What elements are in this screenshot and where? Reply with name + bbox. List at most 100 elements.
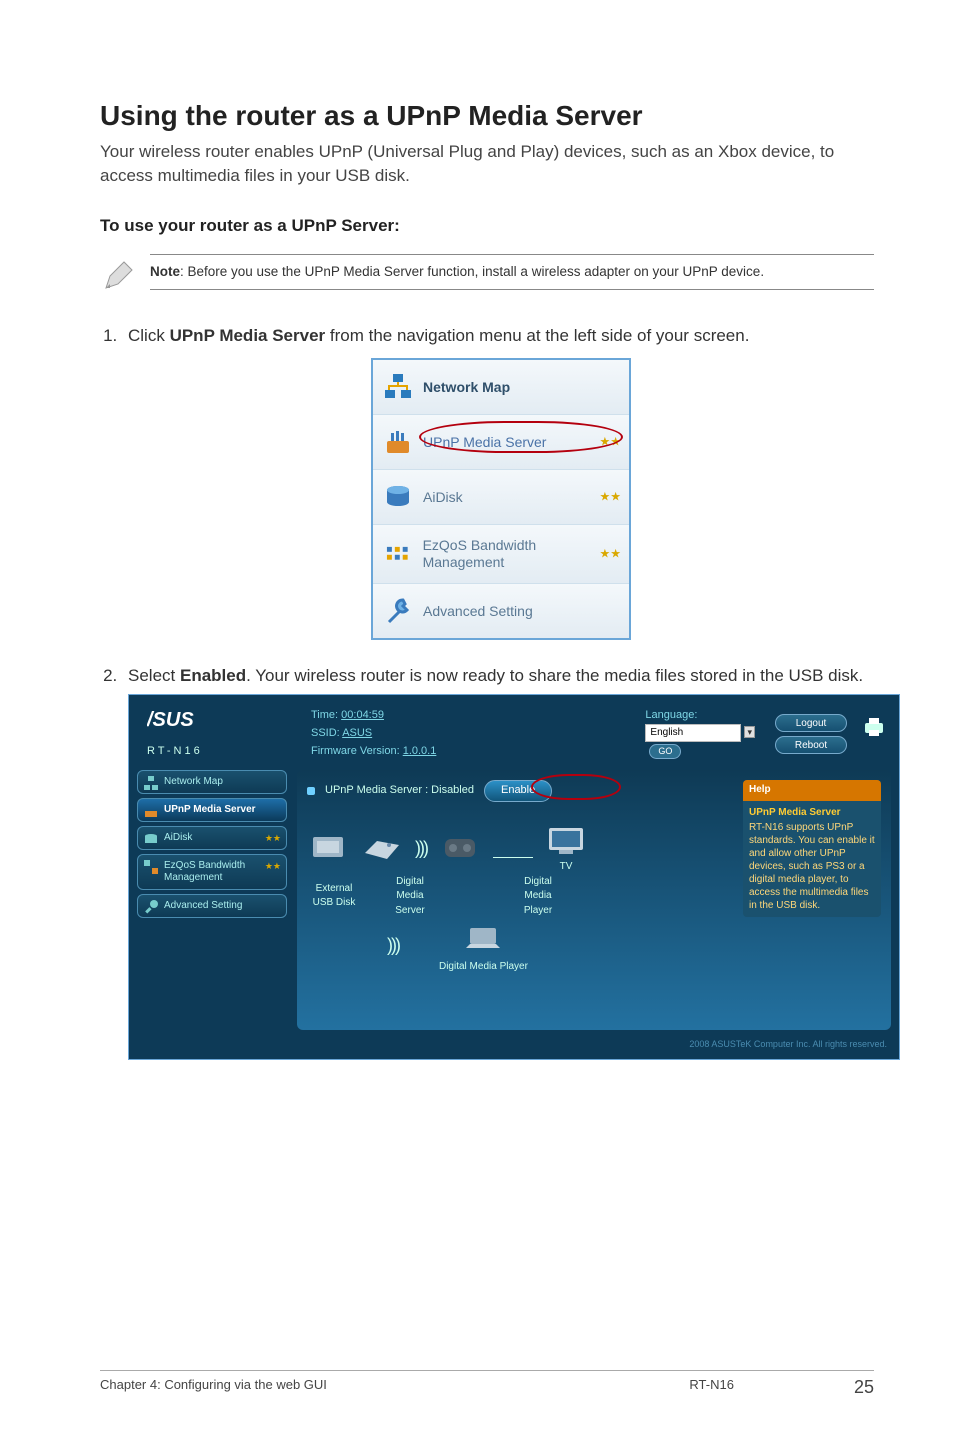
enable-button[interactable]: Enable bbox=[484, 780, 552, 802]
sidebar-item-ezqos[interactable]: EzQoS Bandwidth Management ★★ bbox=[137, 854, 287, 890]
section-intro: Your wireless router enables UPnP (Unive… bbox=[100, 140, 874, 188]
upnp-icon bbox=[383, 427, 413, 457]
sidebar-item-advanced[interactable]: Advanced Setting bbox=[137, 894, 287, 918]
nav-label: Network Map bbox=[423, 377, 510, 397]
wrench-icon bbox=[383, 596, 413, 626]
console-icon bbox=[439, 829, 481, 865]
footer-model: RT-N16 bbox=[689, 1377, 734, 1398]
full-ui-screenshot: /SUS RT-N16 Time: 00:04:59 SSID: ASUS Fi… bbox=[128, 694, 900, 1060]
ssid-label: SSID: bbox=[311, 727, 340, 739]
nav-label: Advanced Setting bbox=[423, 601, 533, 621]
nav-menu-screenshot: Network Map UPnP Media Server ★★ AiDisk … bbox=[371, 358, 631, 640]
device-media-player bbox=[439, 829, 481, 867]
device-usb-disk bbox=[307, 829, 349, 867]
device-tv: TV bbox=[545, 822, 587, 875]
bullet-icon bbox=[307, 787, 315, 795]
language-block: Language: English ▾ GO bbox=[645, 708, 755, 760]
asus-logo: /SUS RT-N16 bbox=[141, 708, 291, 760]
laptop-icon bbox=[462, 922, 504, 958]
step-2: Select Enabled. Your wireless router is … bbox=[122, 664, 874, 1060]
ui-main-panel: UPnP Media Server : Disabled Enable ))) bbox=[297, 770, 891, 1030]
svg-text:/SUS: /SUS bbox=[147, 709, 194, 731]
nav-label: EzQoS Bandwidth Management bbox=[423, 537, 619, 571]
nav-item-upnp[interactable]: UPnP Media Server ★★ bbox=[373, 415, 629, 470]
help-header: Help bbox=[743, 780, 881, 801]
nav-label: AiDisk bbox=[423, 487, 463, 507]
reboot-button[interactable]: Reboot bbox=[775, 736, 847, 754]
time-value[interactable]: 00:04:59 bbox=[341, 709, 384, 721]
page-footer: Chapter 4: Configuring via the web GUI R… bbox=[100, 1370, 874, 1398]
ui-copyright: 2008 ASUSTeK Computer Inc. All rights re… bbox=[137, 1030, 891, 1051]
sidebar-item-label: EzQoS Bandwidth Management bbox=[164, 860, 245, 883]
pencil-icon bbox=[100, 258, 136, 294]
star-icon: ★★ bbox=[599, 545, 621, 562]
header-actions: Logout Reboot bbox=[775, 710, 887, 758]
ssid-value[interactable]: ASUS bbox=[342, 727, 372, 739]
star-icon: ★★ bbox=[599, 434, 621, 451]
star-icon: ★★ bbox=[599, 489, 621, 506]
language-select[interactable]: English bbox=[645, 724, 741, 742]
star-icon: ★★ bbox=[265, 861, 281, 872]
printer-icon[interactable] bbox=[861, 714, 887, 740]
step1-bold: UPnP Media Server bbox=[170, 326, 326, 345]
help-heading: UPnP Media Server bbox=[749, 806, 875, 819]
step2-pre: Select bbox=[128, 666, 180, 685]
time-label: Time: bbox=[311, 709, 338, 721]
usb-disk-icon bbox=[307, 829, 349, 865]
step1-suf: from the navigation menu at the left sid… bbox=[325, 326, 749, 345]
router-icon bbox=[361, 829, 403, 865]
aidisk-icon bbox=[383, 482, 413, 512]
note-prefix: Note bbox=[150, 264, 180, 279]
footer-page-number: 25 bbox=[854, 1377, 874, 1398]
procedure-heading: To use your router as a UPnP Server: bbox=[100, 216, 874, 236]
step-1: Click UPnP Media Server from the navigat… bbox=[122, 324, 874, 640]
go-button[interactable]: GO bbox=[649, 744, 681, 759]
upnp-status-label: UPnP Media Server : Disabled bbox=[325, 783, 474, 799]
connector-line bbox=[493, 857, 533, 858]
model-label: RT-N16 bbox=[147, 744, 291, 760]
header-info: Time: 00:04:59 SSID: ASUS Firmware Versi… bbox=[311, 707, 625, 760]
step2-suf: . Your wireless router is now ready to s… bbox=[246, 666, 863, 685]
network-map-icon bbox=[143, 775, 159, 791]
wrench-icon bbox=[143, 899, 159, 915]
ui-header: /SUS RT-N16 Time: 00:04:59 SSID: ASUS Fi… bbox=[137, 703, 891, 770]
sidebar-item-network-map[interactable]: Network Map bbox=[137, 770, 287, 794]
ezqos-icon bbox=[383, 539, 413, 569]
language-label: Language: bbox=[645, 709, 697, 721]
network-map-icon bbox=[383, 372, 413, 402]
help-body-text: RT-N16 supports UPnP standards. You can … bbox=[749, 822, 875, 911]
nav-label: UPnP Media Server bbox=[423, 432, 546, 452]
sidebar-item-label: UPnP Media Server bbox=[164, 804, 256, 815]
star-icon: ★★ bbox=[265, 833, 281, 844]
footer-chapter: Chapter 4: Configuring via the web GUI bbox=[100, 1377, 689, 1398]
nav-item-network-map[interactable]: Network Map bbox=[373, 360, 629, 415]
device-label-dms: Digital Media Server bbox=[383, 875, 437, 919]
sidebar-item-label: Network Map bbox=[164, 776, 223, 787]
fw-label: Firmware Version: bbox=[311, 745, 400, 757]
sidebar-item-upnp[interactable]: UPnP Media Server bbox=[137, 798, 287, 822]
note-body: : Before you use the UPnP Media Server f… bbox=[180, 264, 764, 279]
logout-button[interactable]: Logout bbox=[775, 714, 847, 732]
note-text: Note: Before you use the UPnP Media Serv… bbox=[150, 254, 874, 291]
ezqos-icon bbox=[143, 859, 159, 875]
note-block: Note: Before you use the UPnP Media Serv… bbox=[100, 254, 874, 294]
device-label-usb: External USB Disk bbox=[307, 882, 361, 911]
device-laptop: Digital Media Player bbox=[439, 922, 528, 975]
sidebar-item-label: Advanced Setting bbox=[164, 900, 242, 911]
dropdown-arrow-icon[interactable]: ▾ bbox=[744, 726, 755, 738]
tv-icon bbox=[545, 822, 587, 858]
signal-icon: ))) bbox=[387, 932, 399, 975]
device-label: Digital Media Player bbox=[439, 961, 528, 972]
device-chain-2: ))) Digital Media Player bbox=[387, 922, 881, 975]
fw-value[interactable]: 1.0.0.1 bbox=[403, 745, 437, 757]
nav-item-advanced[interactable]: Advanced Setting bbox=[373, 584, 629, 638]
nav-item-aidisk[interactable]: AiDisk ★★ bbox=[373, 470, 629, 525]
ui-sidebar: Network Map UPnP Media Server AiDisk ★★ … bbox=[137, 770, 287, 1030]
signal-icon: ))) bbox=[415, 835, 427, 861]
help-panel: Help UPnP Media Server RT-N16 supports U… bbox=[743, 780, 881, 917]
nav-item-ezqos[interactable]: EzQoS Bandwidth Management ★★ bbox=[373, 525, 629, 584]
section-title: Using the router as a UPnP Media Server bbox=[100, 100, 874, 132]
aidisk-icon bbox=[143, 831, 159, 847]
device-label: TV bbox=[560, 861, 573, 872]
sidebar-item-aidisk[interactable]: AiDisk ★★ bbox=[137, 826, 287, 850]
